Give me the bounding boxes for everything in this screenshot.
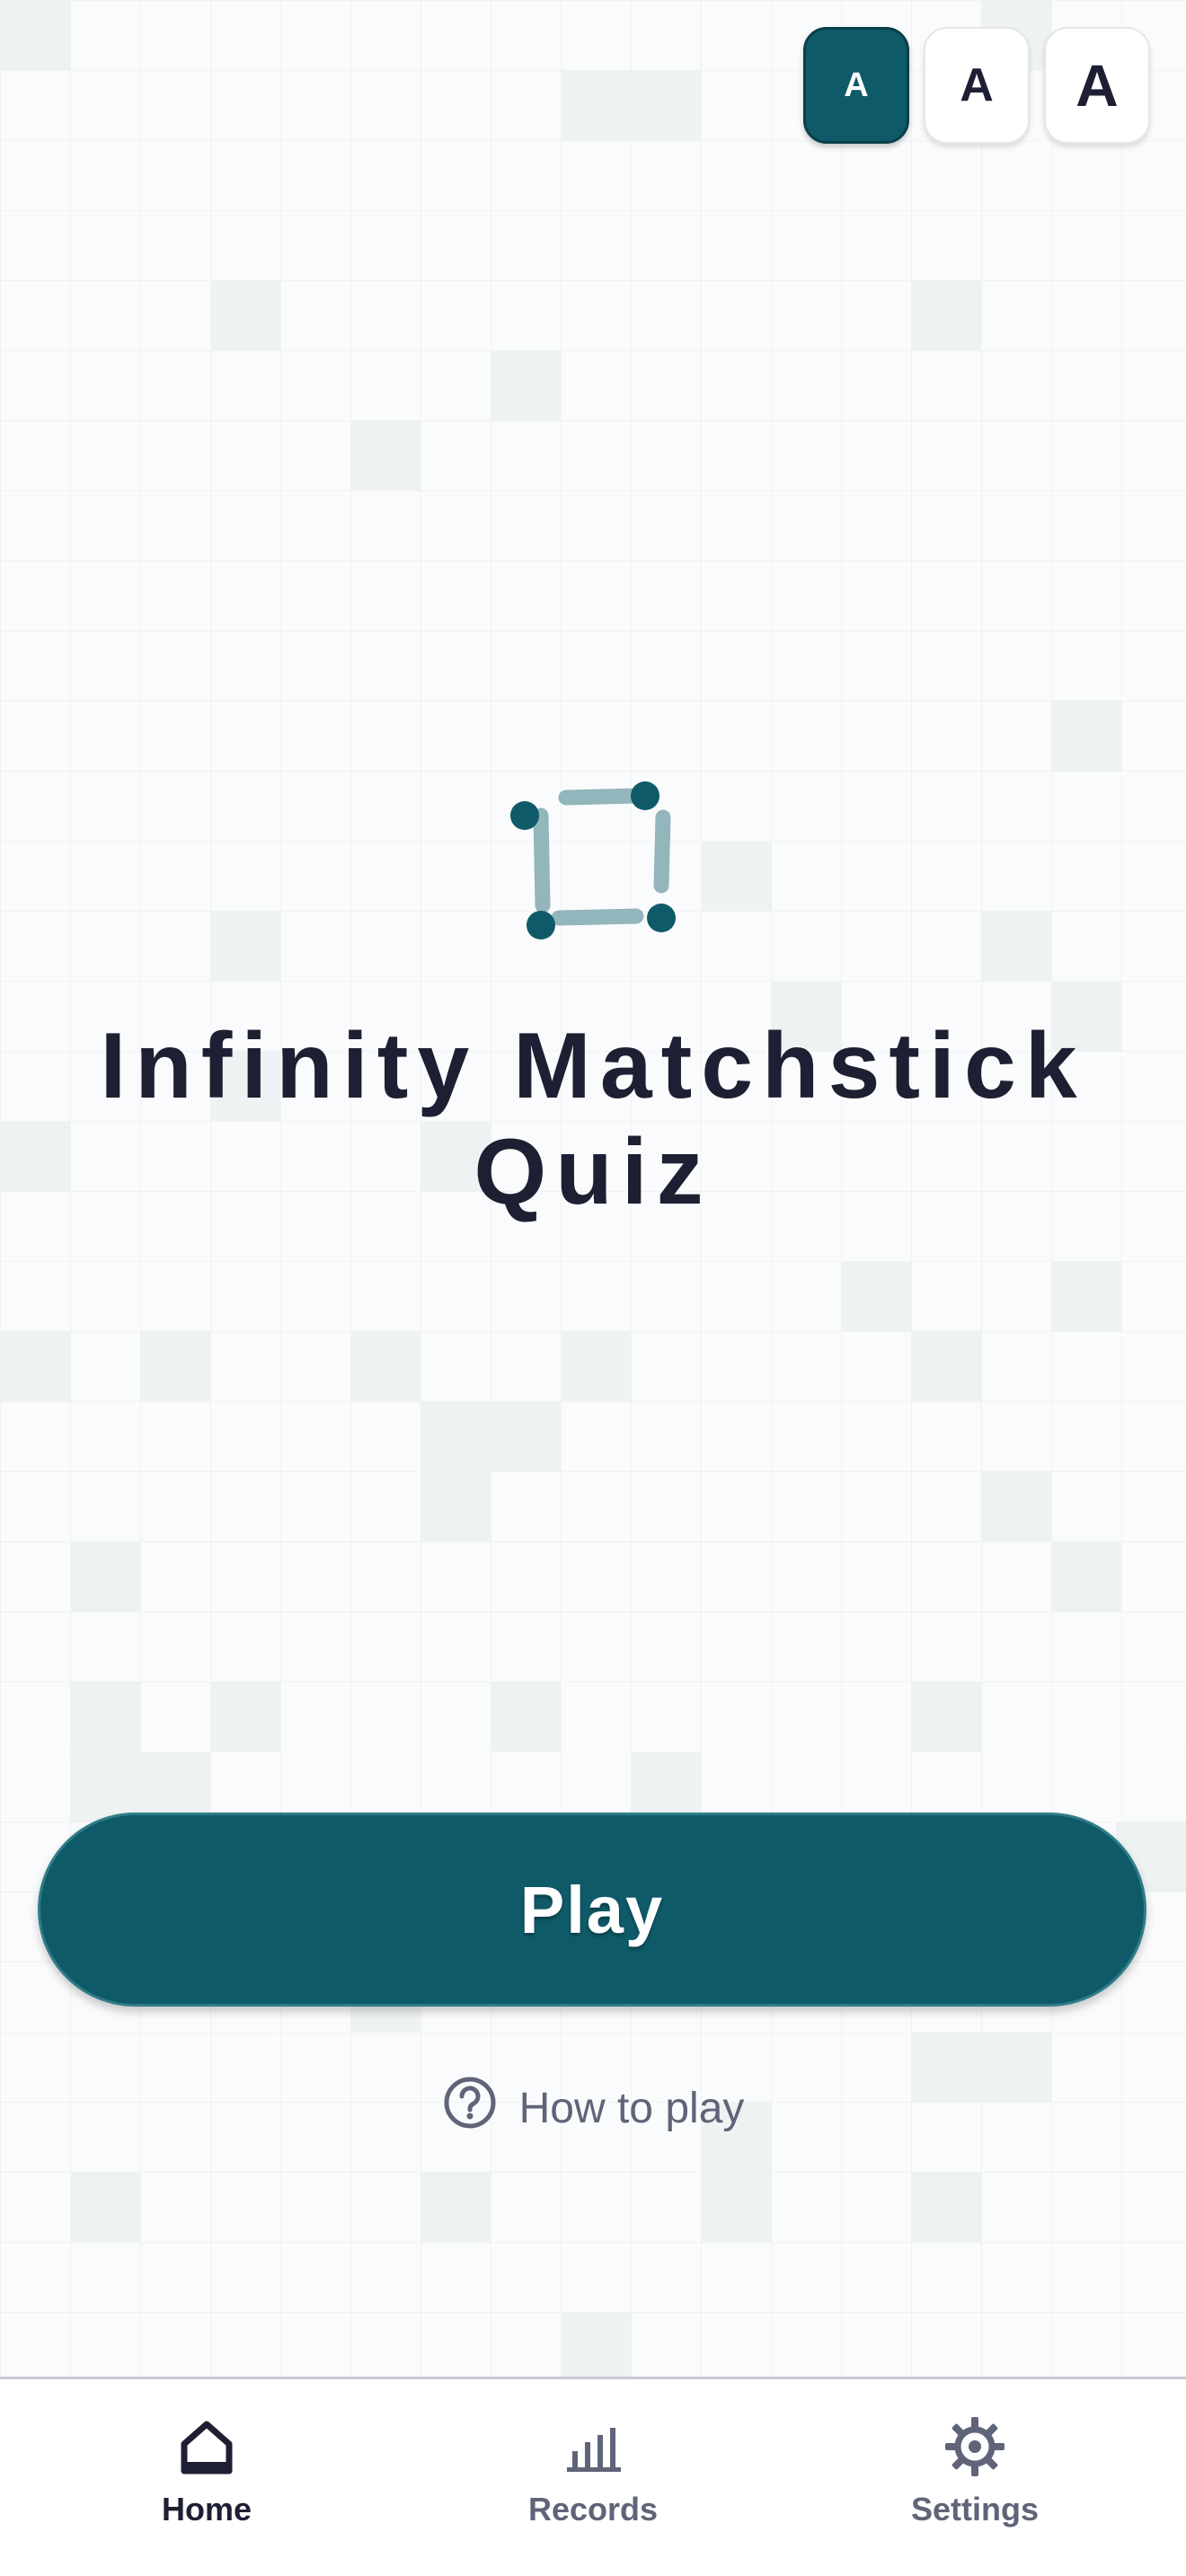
help-circle-icon [442,2075,498,2141]
matchstick-square-icon [503,780,683,941]
app-title: Infinity Matchstick Quiz [0,1013,1186,1225]
nav-item-settings[interactable]: Settings [858,2415,1092,2528]
nav-label-records: Records [527,2491,659,2527]
bar-chart-icon [562,2415,624,2478]
nav-item-records[interactable]: Records [476,2415,710,2528]
bottom-nav: Home Records Settings [0,2377,1186,2576]
nav-item-home[interactable]: Home [90,2415,323,2528]
app-title-line-2: Quiz [474,1120,712,1224]
play-button[interactable]: Play [38,1813,1146,2007]
app-title-line-1: Infinity Matchstick [100,1014,1086,1118]
font-size-selector: A A A [803,27,1150,144]
nav-label-settings: Settings [910,2491,1039,2527]
how-to-play-label: How to play [518,2084,745,2132]
gear-icon [943,2415,1006,2478]
font-size-medium-button[interactable]: A [924,27,1030,144]
home-icon [175,2415,238,2478]
how-to-play-link[interactable]: How to play [0,2075,1186,2141]
font-size-small-button[interactable]: A [803,27,909,144]
font-size-large-button[interactable]: A [1044,27,1150,144]
nav-label-home: Home [161,2491,252,2527]
